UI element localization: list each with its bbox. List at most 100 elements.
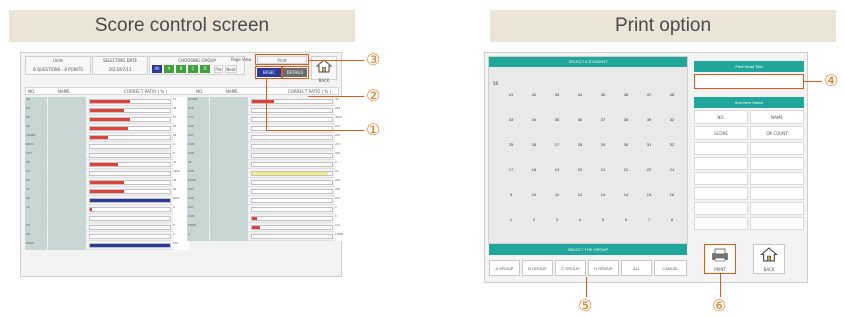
sort-empty-cell[interactable] [750,187,804,200]
student-number[interactable]: 34 [529,117,539,122]
correct-ratio-fill [90,100,130,103]
row-value: 254 [335,106,351,115]
student-number[interactable]: 11 [552,192,562,197]
student-number[interactable]: 10 [529,192,539,197]
student-number[interactable]: 8 [667,217,677,222]
student-number[interactable]: 1 [506,217,516,222]
student-number[interactable]: 45 [598,92,608,97]
student-number[interactable]: 19 [552,167,562,172]
student-number[interactable]: 46 [621,92,631,97]
row-no: 6240 [187,178,209,187]
group-b-button[interactable]: B [176,65,186,73]
sort-empty-cell[interactable] [694,202,748,215]
student-number[interactable]: 33 [506,117,516,122]
student-number[interactable]: 47 [644,92,654,97]
student-number[interactable]: 17 [506,167,516,172]
prev-page-button[interactable]: Pre [214,65,223,73]
student-number[interactable]: 44 [575,92,585,97]
row-name [210,178,248,187]
row-name [48,178,86,187]
correct-ratio-bar [89,189,171,194]
student-number[interactable]: 28 [575,142,585,147]
student-number[interactable]: 32 [667,117,677,122]
correct-ratio-fill [90,127,129,130]
student-number[interactable]: 32 [667,142,677,147]
print-button-large[interactable]: PRINT [704,244,736,274]
group-a-button[interactable]: A [164,65,174,73]
group-c-button[interactable]: C [188,65,198,73]
student-number[interactable]: 22 [621,167,631,172]
student-number[interactable]: 30 [621,142,631,147]
date-cell[interactable]: SELECTING DATE 2013/07/11 [92,56,148,75]
student-number[interactable]: 29 [598,142,608,147]
callout-1: ① [366,120,381,139]
back-button-large[interactable]: BACK [753,244,785,274]
student-number[interactable]: 36 [575,117,585,122]
student-number[interactable]: 39 [644,117,654,122]
student-number[interactable]: 35 [552,117,562,122]
student-number[interactable]: 48 [667,92,677,97]
b-group-button[interactable]: B GROUP [522,260,553,276]
student-number[interactable]: 13 [598,192,608,197]
student-number[interactable]: 42 [529,92,539,97]
sort-empty-cell[interactable] [750,157,804,170]
next-page-button[interactable]: Next [225,65,237,73]
c-group-button[interactable]: C GROUP [555,260,586,276]
student-number[interactable]: 14 [621,192,631,197]
student-number[interactable]: 9 [506,192,516,197]
student-number[interactable]: 20 [575,167,585,172]
all-group-button[interactable]: ALL [621,260,652,276]
sort-empty-cell[interactable] [694,187,748,200]
a-group-button[interactable]: A GROUP [489,260,520,276]
student-number[interactable]: 23 [644,167,654,172]
sort-empty-cell[interactable] [750,172,804,185]
correct-ratio-fill [90,199,170,202]
print-head-title-input[interactable] [694,74,804,89]
d-group-button[interactable]: D GROUP [588,260,619,276]
callout-line-2 [308,96,364,97]
correct-ratio-bar [251,108,333,113]
correct-ratio-bar [251,144,333,149]
sort-ok-count-cell[interactable]: OK COUNT [750,126,804,140]
student-number[interactable]: 15 [644,192,654,197]
student-number[interactable]: 31 [644,142,654,147]
sort-name-cell[interactable]: NAME [750,110,804,124]
student-number[interactable]: 25 [506,142,516,147]
cancel-button[interactable]: CANCEL [654,260,687,276]
student-number[interactable]: 18 [529,167,539,172]
row-no: 238 [187,169,209,178]
student-number[interactable]: 3 [552,217,562,222]
sort-empty-cell[interactable] [694,142,748,155]
student-number[interactable]: 43 [552,92,562,97]
table-row: 54 46 [25,106,189,115]
student-number[interactable]: 41 [506,92,516,97]
row-value: 113 [335,223,351,232]
sort-score-cell[interactable]: SCORE [694,126,748,140]
student-number[interactable]: 24 [667,167,677,172]
student-number[interactable]: 2 [529,217,539,222]
student-number[interactable]: 6 [621,217,631,222]
row-no: 246 [187,196,209,205]
student-number[interactable]: 7 [644,217,654,222]
sort-empty-cell[interactable] [750,202,804,215]
student-number[interactable]: 5 [598,217,608,222]
student-number[interactable]: 37 [598,117,608,122]
sort-no-cell[interactable]: NO. [694,110,748,124]
correct-ratio-fill [90,136,108,139]
group-all-button[interactable]: All [152,65,162,73]
callout-box-details [281,66,309,79]
sort-empty-cell[interactable] [750,217,804,230]
student-number[interactable]: 38 [621,117,631,122]
student-number[interactable]: 4 [575,217,585,222]
sort-empty-cell[interactable] [694,172,748,185]
group-d-button[interactable]: D [200,65,210,73]
sort-empty-cell[interactable] [694,157,748,170]
student-number[interactable]: 27 [552,142,562,147]
student-number[interactable]: 12 [575,192,585,197]
student-number[interactable]: 21 [598,167,608,172]
student-number[interactable]: 16 [667,192,677,197]
sort-empty-cell[interactable] [750,142,804,155]
correct-ratio-bar [251,99,333,104]
sort-empty-cell[interactable] [694,217,748,230]
student-number[interactable]: 26 [529,142,539,147]
